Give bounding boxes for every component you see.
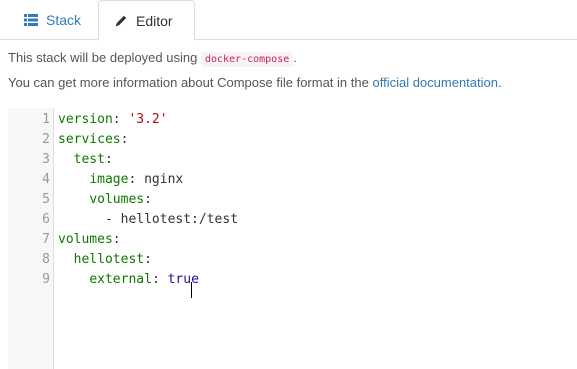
code-line[interactable]: test: <box>58 150 113 170</box>
compose-info-suffix: . <box>497 75 502 90</box>
code-line[interactable]: volumes: <box>58 190 152 210</box>
yaml-key: image <box>89 172 129 187</box>
yaml-key: version <box>58 112 113 127</box>
yaml-value: true <box>167 272 199 287</box>
line-number: 2 <box>42 132 50 147</box>
line-number: 4 <box>42 172 50 187</box>
yaml-value: '3.2' <box>128 112 168 127</box>
official-documentation-link[interactable]: official documentation <box>372 75 498 90</box>
code-line[interactable]: hellotest: <box>58 250 152 270</box>
yaml-key: volumes <box>89 192 145 207</box>
yaml-key: - hellotest:/test <box>104 212 239 227</box>
code-line[interactable]: external: true <box>58 270 199 290</box>
deploy-info-text: This stack will be deployed using <box>8 50 198 65</box>
compose-info-text: You can get more information about Compo… <box>8 75 369 90</box>
code-line[interactable]: version: '3.2' <box>58 110 168 130</box>
text-cursor <box>191 282 192 298</box>
tab-stack[interactable]: Stack <box>10 0 90 40</box>
yaml-key: services <box>58 132 121 147</box>
code-line[interactable]: services: <box>58 130 128 150</box>
code-editor[interactable]: 1 2 3 4 5 6 7 8 9 version: '3.2' services: test: i… <box>8 108 577 369</box>
tab-bar: Stack Editor <box>0 0 577 41</box>
code-line[interactable]: volumes: <box>58 230 121 250</box>
yaml-key: external <box>89 272 152 287</box>
line-number: 6 <box>42 212 50 227</box>
yaml-key: volumes <box>58 232 113 247</box>
compose-info: You can get more information about Compo… <box>8 75 502 90</box>
tab-editor[interactable]: Editor <box>98 0 195 41</box>
line-number: 9 <box>42 272 50 287</box>
tab-editor-label: Editor <box>136 12 173 29</box>
deploy-info-suffix: . <box>293 50 297 65</box>
code-line[interactable]: image: nginx <box>58 170 183 190</box>
code-line[interactable]: - hellotest:/test <box>58 210 238 230</box>
yaml-key: test <box>73 152 105 167</box>
line-number: 8 <box>42 252 50 267</box>
yaml-key: hellotest <box>73 252 145 267</box>
list-icon <box>24 14 38 26</box>
deploy-info: This stack will be deployed using docker… <box>8 50 297 67</box>
line-number: 1 <box>42 112 50 127</box>
line-number: 7 <box>42 232 50 247</box>
yaml-value: nginx <box>144 172 184 187</box>
pencil-icon <box>114 14 128 28</box>
docker-compose-code: docker-compose <box>200 52 294 67</box>
line-number: 5 <box>42 192 50 207</box>
tab-stack-label: Stack <box>46 12 82 28</box>
line-number: 3 <box>42 152 50 167</box>
